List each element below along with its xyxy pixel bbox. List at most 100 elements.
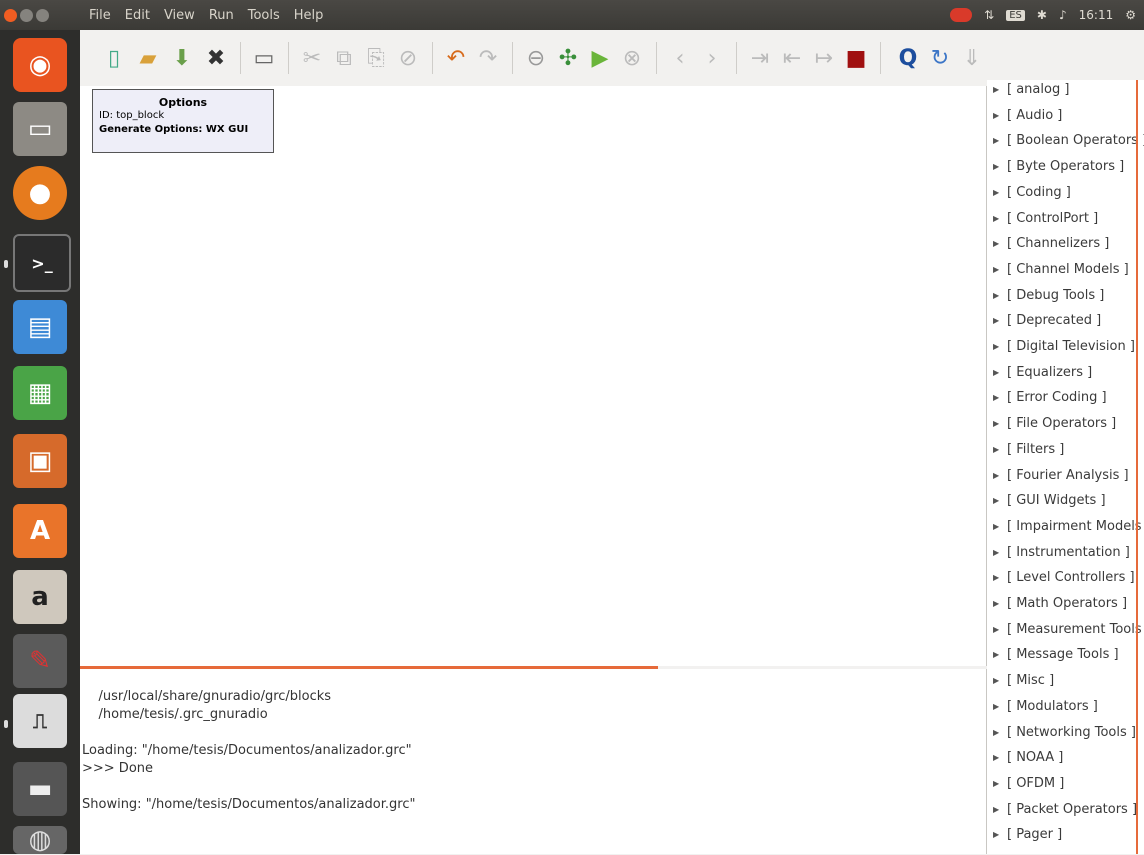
- menu-help[interactable]: Help: [287, 8, 331, 23]
- firefox-icon[interactable]: ●: [13, 166, 67, 220]
- cut-icon[interactable]: ✂: [296, 42, 328, 74]
- gnuradio-companion-icon[interactable]: ⎍: [13, 694, 67, 748]
- block-category-row[interactable]: ▶[ File Operators ]: [993, 416, 1116, 431]
- files-icon[interactable]: ▭: [13, 102, 67, 156]
- block-category-row[interactable]: ▶[ Boolean Operators ]: [993, 133, 1144, 148]
- expand-arrow-icon[interactable]: ▶: [993, 753, 1007, 762]
- block-category-row[interactable]: ▶[ Audio ]: [993, 108, 1062, 123]
- expand-arrow-icon[interactable]: ▶: [993, 419, 1007, 428]
- block-category-row[interactable]: ▶[ Error Coding ]: [993, 390, 1107, 405]
- transfer-indicator-icon[interactable]: ⇅: [984, 8, 994, 22]
- disable-icon[interactable]: ⊖: [520, 42, 552, 74]
- clock[interactable]: 16:11: [1079, 8, 1114, 22]
- bypass-icon[interactable]: ⇤: [776, 42, 808, 74]
- generate-icon[interactable]: ✣: [552, 42, 584, 74]
- expand-arrow-icon[interactable]: ▶: [993, 111, 1007, 120]
- redo-icon[interactable]: ↷: [472, 42, 504, 74]
- calc-icon[interactable]: ▦: [13, 366, 67, 420]
- block-category-row[interactable]: ▶[ analog ]: [993, 82, 1069, 97]
- enable-icon[interactable]: ⇥: [744, 42, 776, 74]
- block-category-row[interactable]: ▶[ Channelizers ]: [993, 236, 1109, 251]
- flowgraph-canvas[interactable]: Options ID: top_block Generate Options: …: [80, 86, 987, 666]
- bypass-alt-icon[interactable]: ↦: [808, 42, 840, 74]
- settings-gear-icon[interactable]: ⚙: [1125, 8, 1136, 22]
- expand-arrow-icon[interactable]: ▶: [993, 522, 1007, 531]
- menu-file[interactable]: File: [82, 8, 118, 23]
- block-category-row[interactable]: ▶[ Math Operators ]: [993, 596, 1127, 611]
- rotate-left-icon[interactable]: ‹: [664, 42, 696, 74]
- expand-arrow-icon[interactable]: ▶: [993, 214, 1007, 223]
- undo-icon[interactable]: ↶: [440, 42, 472, 74]
- expand-arrow-icon[interactable]: ▶: [993, 805, 1007, 814]
- amazon-icon[interactable]: a: [13, 570, 67, 624]
- block-category-row[interactable]: ▶[ Channel Models ]: [993, 262, 1129, 277]
- block-category-row[interactable]: ▶[ Level Controllers ]: [993, 570, 1135, 585]
- network-indicator-icon[interactable]: [950, 8, 973, 22]
- stop-icon[interactable]: ■: [840, 42, 872, 74]
- block-category-row[interactable]: ▶[ Fourier Analysis ]: [993, 468, 1129, 483]
- block-category-row[interactable]: ▶[ Byte Operators ]: [993, 159, 1124, 174]
- close-icon[interactable]: ✖: [200, 42, 232, 74]
- software-center-icon[interactable]: A: [13, 504, 67, 558]
- expand-arrow-icon[interactable]: ▶: [993, 728, 1007, 737]
- expand-arrow-icon[interactable]: ▶: [993, 291, 1007, 300]
- block-category-row[interactable]: ▶[ Debug Tools ]: [993, 288, 1104, 303]
- reload-icon[interactable]: ↻: [924, 42, 956, 74]
- execute-icon[interactable]: ▶: [584, 42, 616, 74]
- bluetooth-icon[interactable]: ✱: [1037, 8, 1047, 22]
- misc-icon[interactable]: ◍: [13, 825, 67, 855]
- copy-icon[interactable]: ⧉: [328, 42, 360, 74]
- block-category-row[interactable]: ▶[ Pager ]: [993, 827, 1062, 842]
- block-category-row[interactable]: ▶[ Impairment Models ]: [993, 519, 1144, 534]
- expand-arrow-icon[interactable]: ▶: [993, 393, 1007, 402]
- block-category-row[interactable]: ▶[ Packet Operators ]: [993, 802, 1137, 817]
- impress-icon[interactable]: ▣: [13, 434, 67, 488]
- block-category-row[interactable]: ▶[ ControlPort ]: [993, 211, 1098, 226]
- minimize-window-icon[interactable]: [20, 8, 33, 22]
- expand-arrow-icon[interactable]: ▶: [993, 316, 1007, 325]
- expand-arrow-icon[interactable]: ▶: [993, 702, 1007, 711]
- expand-arrow-icon[interactable]: ▶: [993, 342, 1007, 351]
- menu-view[interactable]: View: [157, 8, 202, 23]
- expand-arrow-icon[interactable]: ▶: [993, 471, 1007, 480]
- console-output[interactable]: /usr/local/share/gnuradio/grc/blocks /ho…: [80, 669, 987, 854]
- expand-arrow-icon[interactable]: ▶: [993, 573, 1007, 582]
- block-category-row[interactable]: ▶[ Filters ]: [993, 442, 1064, 457]
- terminal-icon[interactable]: >_: [13, 234, 71, 292]
- keyboard-indicator[interactable]: ES: [1006, 9, 1025, 21]
- block-category-row[interactable]: ▶[ Modulators ]: [993, 699, 1098, 714]
- screenshot-icon[interactable]: ▭: [248, 42, 280, 74]
- block-category-row[interactable]: ▶[ OFDM ]: [993, 776, 1064, 791]
- block-category-row[interactable]: ▶[ Message Tools ]: [993, 647, 1119, 662]
- new-icon[interactable]: ▯: [98, 42, 130, 74]
- find-icon[interactable]: Q: [892, 42, 924, 74]
- block-category-row[interactable]: ▶[ Digital Television ]: [993, 339, 1135, 354]
- block-category-row[interactable]: ▶[ NOAA ]: [993, 750, 1063, 765]
- save-device-icon[interactable]: ▬: [13, 762, 67, 816]
- block-category-row[interactable]: ▶[ Equalizers ]: [993, 365, 1092, 380]
- expand-arrow-icon[interactable]: ▶: [993, 625, 1007, 634]
- writer-icon[interactable]: ▤: [13, 300, 67, 354]
- block-category-row[interactable]: ▶[ Deprecated ]: [993, 313, 1101, 328]
- expand-arrow-icon[interactable]: ▶: [993, 188, 1007, 197]
- maximize-window-icon[interactable]: [36, 8, 49, 22]
- block-category-row[interactable]: ▶[ GUI Widgets ]: [993, 493, 1106, 508]
- rotate-right-icon[interactable]: ›: [696, 42, 728, 74]
- expand-arrow-icon[interactable]: ▶: [993, 445, 1007, 454]
- block-category-row[interactable]: ▶[ Measurement Tools ]: [993, 622, 1144, 637]
- expand-arrow-icon[interactable]: ▶: [993, 779, 1007, 788]
- paste-icon[interactable]: ⎘: [360, 42, 392, 74]
- close-window-icon[interactable]: [4, 8, 17, 22]
- expand-arrow-icon[interactable]: ▶: [993, 368, 1007, 377]
- menu-tools[interactable]: Tools: [241, 8, 287, 23]
- menu-edit[interactable]: Edit: [118, 8, 157, 23]
- expand-arrow-icon[interactable]: ▶: [993, 548, 1007, 557]
- menu-run[interactable]: Run: [202, 8, 241, 23]
- volume-icon[interactable]: ♪: [1059, 8, 1067, 22]
- expand-arrow-icon[interactable]: ▶: [993, 650, 1007, 659]
- expand-arrow-icon[interactable]: ▶: [993, 599, 1007, 608]
- expand-arrow-icon[interactable]: ▶: [993, 265, 1007, 274]
- expand-arrow-icon[interactable]: ▶: [993, 136, 1007, 145]
- expand-arrow-icon[interactable]: ▶: [993, 239, 1007, 248]
- options-block[interactable]: Options ID: top_block Generate Options: …: [92, 89, 274, 153]
